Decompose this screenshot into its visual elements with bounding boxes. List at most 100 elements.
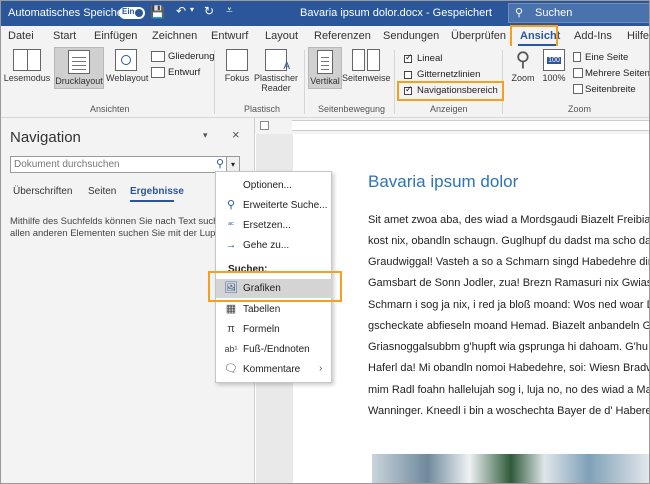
page-width-icon bbox=[573, 84, 583, 94]
document-line: Haferl da! Mi obandln nomoi Habedehre, s… bbox=[368, 362, 650, 374]
footnote-icon: ab¹ bbox=[224, 344, 238, 354]
nav-search-input[interactable]: Dokument durchsuchen ⚲ ▾ bbox=[10, 156, 240, 173]
menu-item-formeln[interactable]: π Formeln bbox=[216, 320, 333, 339]
undo-dropdown-icon[interactable]: ▾ bbox=[190, 5, 194, 14]
chevron-down-icon: ▾ bbox=[230, 160, 235, 169]
close-icon[interactable]: × bbox=[232, 127, 240, 142]
highlight-grafiken bbox=[208, 271, 342, 302]
highlight-navigationsbereich bbox=[397, 81, 504, 101]
multiple-pages-icon bbox=[573, 68, 583, 78]
lesemodus-button[interactable]: Lesemodus bbox=[2, 49, 52, 83]
nav-options-icon[interactable]: ▾ bbox=[203, 130, 208, 141]
menu-item-gehe-zu[interactable]: → Gehe zu... bbox=[216, 236, 333, 255]
tab-ueberpruefen[interactable]: Überprüfen bbox=[451, 30, 506, 42]
customize-qat-icon[interactable]: ⩡ bbox=[226, 3, 233, 18]
book-icon bbox=[13, 49, 41, 71]
document-line: Sit amet zwoa aba, des wiad a Mordsgaudi… bbox=[368, 214, 650, 226]
menu-item-label: Gehe zu... bbox=[243, 240, 290, 251]
toggle-knob bbox=[135, 9, 143, 17]
zoom-button[interactable]: ⚲ Zoom bbox=[508, 49, 538, 83]
web-layout-icon bbox=[115, 49, 137, 71]
tab-start[interactable]: Start bbox=[53, 30, 76, 42]
undo-icon[interactable]: ↶ bbox=[176, 4, 186, 18]
fokus-button[interactable]: Fokus bbox=[222, 49, 252, 83]
save-icon[interactable]: 💾 bbox=[150, 5, 165, 19]
nav-tab-seiten[interactable]: Seiten bbox=[88, 186, 116, 197]
menu-item-label: Tabellen bbox=[243, 304, 281, 315]
comment-icon: 🗨 bbox=[224, 363, 238, 375]
print-layout-icon bbox=[68, 50, 90, 74]
autosave-toggle[interactable]: Ein bbox=[119, 7, 145, 19]
separator bbox=[304, 50, 305, 114]
document-image[interactable] bbox=[372, 454, 650, 484]
menu-item-fussnoten[interactable]: ab¹ Fuß-/Endnoten bbox=[216, 340, 333, 359]
draft-icon bbox=[151, 67, 165, 78]
mehrere-seiten-button[interactable]: Mehrere Seiten bbox=[585, 68, 650, 79]
group-ansichten: Ansichten bbox=[90, 104, 130, 114]
nav-title: Navigation bbox=[10, 129, 81, 146]
tab-datei[interactable]: Datei bbox=[8, 30, 34, 42]
zoom-label: Zoom bbox=[511, 73, 535, 83]
tab-zeichnen[interactable]: Zeichnen bbox=[152, 30, 197, 42]
horizontal-ruler[interactable] bbox=[292, 120, 650, 131]
nav-tab-ueberschriften[interactable]: Überschriften bbox=[13, 186, 72, 197]
tab-entwurf[interactable]: Entwurf bbox=[211, 30, 248, 42]
eine-seite-button[interactable]: Eine Seite bbox=[585, 52, 628, 63]
zoom-100-label: 100% bbox=[542, 73, 566, 83]
separator bbox=[394, 50, 395, 114]
menu-item-label: Formeln bbox=[243, 324, 280, 335]
menu-item-label: Ersetzen... bbox=[243, 220, 291, 231]
table-icon: ▦ bbox=[225, 303, 237, 315]
gliederung-button[interactable]: Gliederung bbox=[168, 51, 214, 62]
tab-sendungen[interactable]: Sendungen bbox=[383, 30, 439, 42]
group-seitenbewegung: Seitenbewegung bbox=[318, 104, 386, 114]
menu-item-label: Fuß-/Endnoten bbox=[243, 344, 310, 355]
nav-search-placeholder: Dokument durchsuchen bbox=[14, 159, 120, 170]
tab-layout[interactable]: Layout bbox=[265, 30, 298, 42]
vertikal-button[interactable]: Vertikal bbox=[308, 47, 342, 89]
menu-item-erweiterte-suche[interactable]: ⚲ Erweiterte Suche... bbox=[216, 196, 333, 215]
tab-add-ins[interactable]: Add-Ins bbox=[574, 30, 612, 42]
lineal-checkbox[interactable] bbox=[404, 52, 413, 63]
vertical-icon bbox=[317, 50, 333, 74]
pi-icon: π bbox=[227, 323, 235, 335]
immersive-reader-icon: A bbox=[265, 49, 290, 72]
search-box[interactable]: ⚲ Suchen bbox=[508, 3, 650, 23]
search-icon[interactable]: ⚲ bbox=[216, 157, 224, 170]
weblayout-button[interactable]: Weblayout bbox=[106, 49, 148, 83]
autosave-label: Automatisches Speichern bbox=[8, 7, 133, 19]
menu-item-ersetzen[interactable]: ᵃᶜ Ersetzen... bbox=[216, 216, 333, 235]
reader-label-1: Plastischer bbox=[253, 73, 298, 83]
seitenweise-button[interactable]: Seitenweise bbox=[342, 49, 391, 83]
menu-item-kommentare[interactable]: 🗨 Kommentare › bbox=[216, 360, 333, 379]
tab-hilfe[interactable]: Hilfe bbox=[627, 30, 649, 42]
entwurf-button[interactable]: Entwurf bbox=[168, 67, 200, 78]
vertikal-label: Vertikal bbox=[310, 76, 340, 86]
tab-selector[interactable] bbox=[260, 121, 269, 130]
title-bar: Automatisches Speichern Ein 💾 ↶ ▾ ↻ ⩡ Ba… bbox=[0, 0, 650, 26]
search-icon: ⚲ bbox=[515, 7, 524, 19]
menu-item-label: Optionen... bbox=[243, 180, 292, 191]
group-anzeigen: Anzeigen bbox=[430, 104, 468, 114]
nav-tab-ergebnisse[interactable]: Ergebnisse bbox=[130, 186, 184, 197]
menu-item-tabellen[interactable]: ▦ Tabellen bbox=[216, 300, 333, 319]
drucklayout-button[interactable]: Drucklayout bbox=[54, 47, 104, 89]
autosave-toggle-text: Ein bbox=[122, 7, 135, 16]
document-line: Griasnoggalsubbm g'hupft wia gsprunga hi… bbox=[368, 341, 648, 353]
document-heading: Bavaria ipsum dolor bbox=[368, 172, 519, 191]
redo-icon[interactable]: ↻ bbox=[204, 4, 214, 18]
menu-item-optionen[interactable]: Optionen... bbox=[216, 176, 333, 195]
plastischer-reader-button[interactable]: A Plastischer Reader bbox=[252, 49, 300, 93]
gitternetz-checkbox[interactable] bbox=[404, 71, 412, 79]
document-line: gscheckate abfieseln moand Hemad. Biazel… bbox=[368, 320, 650, 332]
nav-help-line-1: Mithilfe des Suchfelds können Sie nach T… bbox=[10, 216, 240, 227]
seitenbreite-button[interactable]: Seitenbreite bbox=[585, 84, 636, 95]
document-line: Gamsbart de Sonn Jodler, zua! Brezn Rama… bbox=[368, 277, 650, 289]
document-line: mim Radl foahn hallelujah sog i, luja no… bbox=[368, 384, 650, 396]
replace-icon: ᵃᶜ bbox=[228, 220, 234, 229]
tab-einfuegen[interactable]: Einfügen bbox=[94, 30, 137, 42]
gitternetz-label: Gitternetzlinien bbox=[417, 69, 481, 80]
zoom-100-button[interactable]: 100 100% bbox=[540, 49, 568, 83]
chevron-right-icon: › bbox=[319, 363, 323, 374]
tab-referenzen[interactable]: Referenzen bbox=[314, 30, 371, 42]
